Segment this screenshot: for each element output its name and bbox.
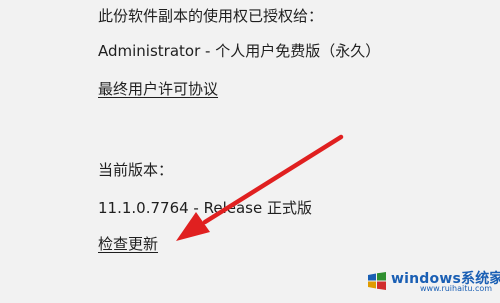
windows-logo-icon <box>368 272 386 290</box>
version-value: 11.1.0.7764 - Release 正式版 <box>98 199 312 217</box>
watermark-url: www.ruihaitu.com <box>420 284 493 293</box>
watermark: windows系统家园 www.ruihaitu.com <box>365 269 500 295</box>
check-update-link[interactable]: 检查更新 <box>98 234 158 254</box>
license-heading: 此份软件副本的使用权已授权给： <box>98 7 324 25</box>
eula-link[interactable]: 最终用户许可协议 <box>98 79 218 99</box>
license-holder: Administrator - 个人用户免费版（永久） <box>98 42 381 60</box>
version-heading: 当前版本： <box>98 161 174 179</box>
about-panel: 此份软件副本的使用权已授权给： Administrator - 个人用户免费版（… <box>0 0 500 303</box>
